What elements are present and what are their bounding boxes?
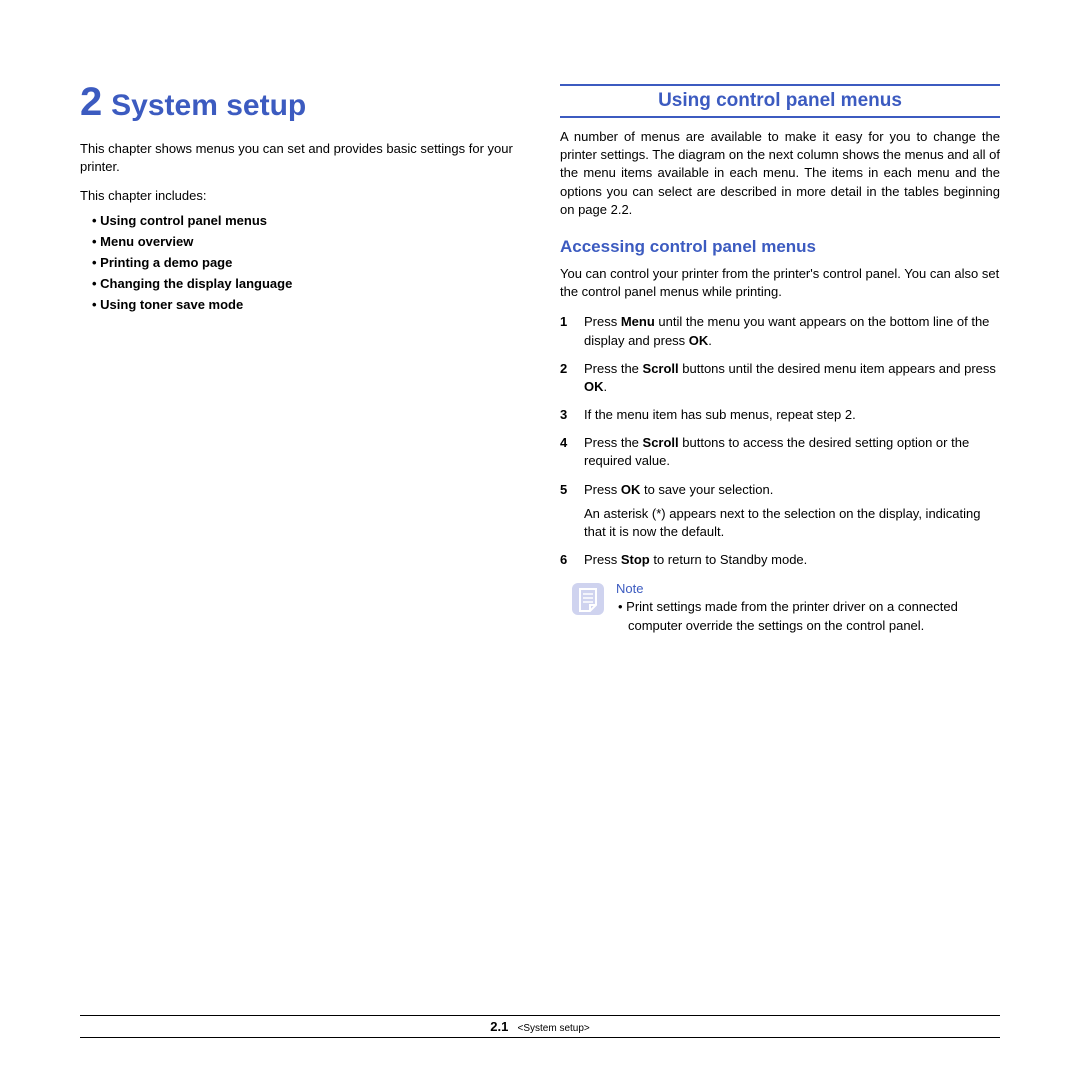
right-column: Using control panel menus A number of me… (560, 80, 1000, 635)
step-text: Press OK to save your selection. (584, 482, 773, 497)
step-item: 2 Press the Scroll buttons until the des… (560, 360, 1000, 396)
chapter-toc: Using control panel menus Menu overview … (80, 213, 520, 312)
includes-label: This chapter includes: (80, 188, 520, 203)
left-column: 2 System setup This chapter shows menus … (80, 80, 520, 635)
step-number: 4 (560, 434, 567, 452)
toc-item[interactable]: Printing a demo page (92, 255, 520, 270)
subsection-intro: You can control your printer from the pr… (560, 265, 1000, 301)
steps-list: 1 Press Menu until the menu you want app… (560, 313, 1000, 569)
footer-chapter-tag: <System setup> (517, 1023, 589, 1034)
note-content: Note Print settings made from the printe… (616, 581, 1000, 634)
toc-item[interactable]: Using control panel menus (92, 213, 520, 228)
step-number: 3 (560, 406, 567, 424)
step-item: 4 Press the Scroll buttons to access the… (560, 434, 1000, 470)
page-footer: 2.1 <System setup> (80, 1015, 1000, 1038)
note-block: Note Print settings made from the printe… (570, 581, 1000, 634)
toc-item[interactable]: Changing the display language (92, 276, 520, 291)
step-number: 5 (560, 481, 567, 499)
step-item: 1 Press Menu until the menu you want app… (560, 313, 1000, 349)
chapter-number: 2 (80, 80, 102, 124)
section-heading: Using control panel menus (560, 84, 1000, 118)
chapter-title-text: System setup (111, 89, 306, 122)
step-number: 6 (560, 551, 567, 569)
note-text: Print settings made from the printer dri… (616, 598, 1000, 634)
toc-item[interactable]: Menu overview (92, 234, 520, 249)
step-text: Press Stop to return to Standby mode. (584, 552, 807, 567)
note-label: Note (616, 581, 1000, 596)
page-number: 2.1 (490, 1019, 508, 1034)
step-text: If the menu item has sub menus, repeat s… (584, 407, 856, 422)
step-extra: An asterisk (*) appears next to the sele… (584, 505, 1000, 541)
step-item: 6 Press Stop to return to Standby mode. (560, 551, 1000, 569)
step-text: Press Menu until the menu you want appea… (584, 314, 989, 347)
step-item: 5 Press OK to save your selection. An as… (560, 481, 1000, 542)
chapter-title: 2 System setup (80, 80, 520, 125)
step-item: 3 If the menu item has sub menus, repeat… (560, 406, 1000, 424)
chapter-intro: This chapter shows menus you can set and… (80, 140, 520, 176)
step-number: 2 (560, 360, 567, 378)
note-icon (570, 581, 606, 617)
toc-item[interactable]: Using toner save mode (92, 297, 520, 312)
step-text: Press the Scroll buttons until the desir… (584, 361, 996, 394)
subsection-heading: Accessing control panel menus (560, 237, 1000, 257)
step-text: Press the Scroll buttons to access the d… (584, 435, 969, 468)
step-number: 1 (560, 313, 567, 331)
section-intro: A number of menus are available to make … (560, 128, 1000, 219)
